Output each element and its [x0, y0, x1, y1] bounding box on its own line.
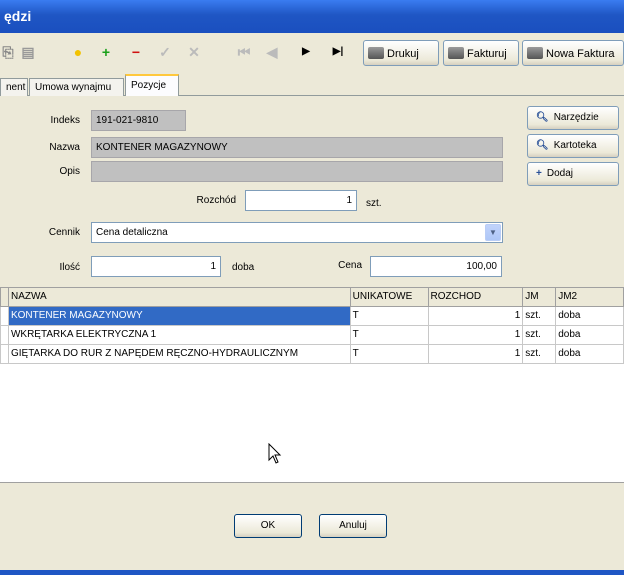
cell-unit[interactable]: szt. — [522, 343, 557, 364]
tab-document[interactable]: nent — [0, 78, 28, 96]
cell-name[interactable]: WKRĘTARKA ELEKTRYCZNA 1 — [7, 324, 351, 345]
grid-header: NAZWA UNIKATOWE ROZCHOD JM JM2 — [0, 288, 624, 307]
quantity-unit-label: doba — [232, 262, 255, 273]
column-header-unit2[interactable]: JM2 — [555, 288, 624, 307]
cell-unit2[interactable]: doba — [555, 343, 624, 364]
column-header-issue[interactable]: ROZCHOD — [427, 288, 524, 307]
new-invoice-button[interactable]: Nowa Faktura — [522, 40, 624, 66]
issue-label: Rozchód — [196, 195, 236, 206]
window-title: ędzi — [4, 8, 32, 24]
document-icon[interactable]: ▤ — [20, 44, 36, 60]
tab-label: nent — [6, 82, 26, 93]
cell-unit2[interactable]: doba — [555, 324, 624, 345]
print-button[interactable]: Drukuj — [363, 40, 439, 66]
window-titlebar[interactable]: ędzi — [0, 0, 624, 33]
cell-name[interactable]: GIĘTARKA DO RUR Z NAPĘDEM RĘCZNO-HYDRAUL… — [7, 343, 351, 364]
tool-button[interactable]: 🔍︎ Narzędzie — [527, 106, 619, 130]
cell-unit[interactable]: szt. — [522, 305, 557, 326]
column-header-unique[interactable]: UNIKATOWE — [349, 288, 429, 307]
pricelist-label: Cennik — [48, 227, 80, 238]
cell-unit2[interactable]: doba — [555, 305, 624, 326]
add-button-label: Dodaj — [546, 168, 573, 179]
cell-issue[interactable]: 1 — [427, 343, 524, 364]
next-record-icon[interactable]: ▶ — [298, 44, 314, 60]
previous-record-icon[interactable]: ◀ — [264, 44, 280, 60]
tab-label: Umowa wynajmu — [35, 82, 112, 93]
cell-unique[interactable]: T — [349, 343, 429, 364]
price-label: Cena — [338, 260, 362, 271]
print-button-label: Drukuj — [387, 48, 419, 60]
item-form: Indeks 191-021-9810 Nazwa KONTENER MAGAZ… — [0, 96, 624, 286]
confirm-icon[interactable]: ✓ — [157, 44, 173, 60]
new-invoice-button-label: Nowa Faktura — [546, 48, 615, 60]
name-field[interactable]: KONTENER MAGAZYNOWY — [91, 137, 503, 158]
copy-icon[interactable]: ⎘ — [0, 44, 16, 60]
column-header-name[interactable]: NAZWA — [7, 288, 351, 307]
issue-unit-label: szt. — [366, 198, 382, 209]
tab-rental-agreement[interactable]: Umowa wynajmu — [29, 78, 124, 96]
dialog-footer: OK Anuluj — [0, 484, 624, 570]
printer-icon — [368, 47, 384, 59]
pricelist-selected-value: Cena detaliczna — [96, 227, 168, 238]
cell-issue[interactable]: 1 — [427, 324, 524, 345]
printer-icon — [527, 47, 543, 59]
quantity-field[interactable]: 1 — [91, 256, 221, 277]
issue-quantity-field[interactable]: 1 — [245, 190, 357, 211]
cell-unique[interactable]: T — [349, 305, 429, 326]
cell-name[interactable]: KONTENER MAGAZYNOWY — [7, 305, 351, 326]
pricelist-select[interactable]: Cena detaliczna ▼ — [91, 222, 503, 243]
index-label: Indeks — [50, 115, 80, 126]
plus-icon: + — [536, 168, 542, 179]
index-field[interactable]: 191-021-9810 — [91, 110, 186, 131]
chevron-down-icon[interactable]: ▼ — [485, 224, 501, 241]
invoice-button[interactable]: Fakturuj — [443, 40, 519, 66]
price-field[interactable]: 100,00 — [370, 256, 502, 277]
yellow-dot-icon[interactable]: ● — [70, 44, 86, 60]
ok-button[interactable]: OK — [234, 514, 302, 538]
row-indicator — [0, 305, 9, 326]
quantity-label: Ilość — [59, 262, 80, 273]
cell-issue[interactable]: 1 — [427, 305, 524, 326]
cell-unique[interactable]: T — [349, 324, 429, 345]
table-row[interactable]: WKRĘTARKA ELEKTRYCZNA 1 T 1 szt. doba — [0, 324, 624, 345]
tool-rental-window: ędzi ⎘ ▤ ● + − ✓ ✕ ⏮ ◀ ▶ ▶| Drukuj Faktu… — [0, 0, 624, 575]
magnifier-icon: 🔍︎ — [536, 112, 549, 123]
tab-label: Pozycje — [131, 80, 167, 91]
tab-strip: nent Umowa wynajmu Pozycje — [0, 74, 624, 97]
card-index-button-label: Kartoteka — [553, 140, 597, 151]
tab-items[interactable]: Pozycje — [125, 74, 179, 97]
column-header-unit[interactable]: JM — [522, 288, 557, 307]
window-bottom-border — [0, 570, 624, 575]
printer-icon — [448, 47, 464, 59]
description-field[interactable] — [91, 161, 503, 182]
row-indicator — [0, 324, 9, 345]
row-indicator — [0, 343, 9, 364]
add-button[interactable]: + Dodaj — [527, 162, 619, 186]
magnifier-icon: 🔍︎ — [536, 140, 549, 151]
toolbar: ⎘ ▤ ● + − ✓ ✕ ⏮ ◀ ▶ ▶| Drukuj Fakturuj N… — [0, 33, 624, 73]
delete-record-icon[interactable]: − — [128, 44, 144, 60]
row-indicator-header — [0, 288, 9, 307]
invoice-button-label: Fakturuj — [467, 48, 507, 60]
cell-unit[interactable]: szt. — [522, 324, 557, 345]
items-grid: NAZWA UNIKATOWE ROZCHOD JM JM2 KONTENER … — [0, 287, 624, 483]
table-row[interactable]: KONTENER MAGAZYNOWY T 1 szt. doba — [0, 305, 624, 326]
mouse-cursor-icon — [268, 443, 282, 464]
first-record-icon[interactable]: ⏮ — [236, 44, 252, 60]
cancel-button[interactable]: Anuluj — [319, 514, 387, 538]
last-record-icon[interactable]: ▶| — [330, 44, 346, 60]
add-record-icon[interactable]: + — [98, 44, 114, 60]
description-label: Opis — [59, 166, 80, 177]
tool-button-label: Narzędzie — [553, 112, 599, 123]
name-label: Nazwa — [49, 142, 80, 153]
card-index-button[interactable]: 🔍︎ Kartoteka — [527, 134, 619, 158]
cancel-edit-icon[interactable]: ✕ — [186, 44, 202, 60]
table-row[interactable]: GIĘTARKA DO RUR Z NAPĘDEM RĘCZNO-HYDRAUL… — [0, 343, 624, 364]
